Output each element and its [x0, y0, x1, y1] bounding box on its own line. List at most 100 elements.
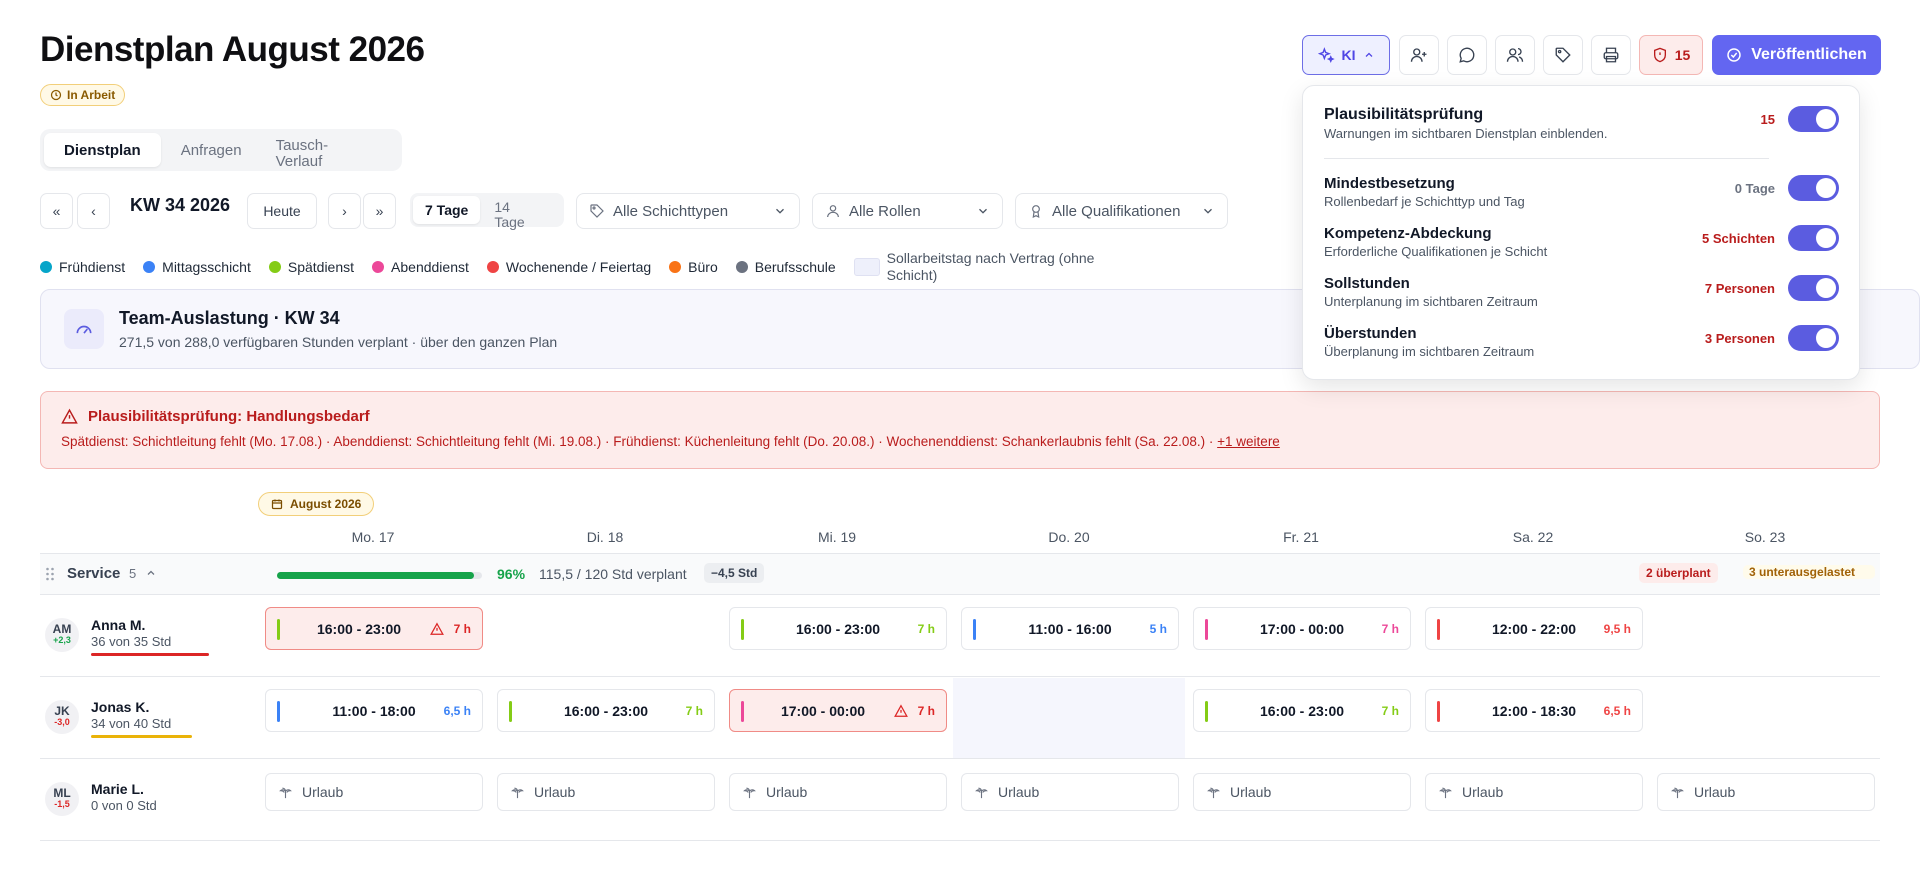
- alerts-button[interactable]: 15: [1639, 35, 1703, 75]
- vacation-label: Urlaub: [1462, 784, 1504, 800]
- shift-duration: 6,5 h: [443, 703, 471, 718]
- shift-card[interactable]: 12:00 - 22:00 9,5 h: [1425, 607, 1643, 650]
- drag-handle-icon[interactable]: [45, 567, 55, 581]
- vacation-cell[interactable]: Urlaub: [497, 773, 715, 811]
- shift-time: 11:00 - 16:00: [1028, 620, 1112, 637]
- shift-type-filter[interactable]: Alle Schichttypen: [576, 193, 800, 229]
- shift-color-bar: [509, 701, 512, 722]
- vacation-cell[interactable]: Urlaub: [1425, 773, 1643, 811]
- shift-color-bar: [1205, 619, 1208, 640]
- shift-time: 16:00 - 23:00: [563, 702, 649, 719]
- vacation-cell[interactable]: Urlaub: [1193, 773, 1411, 811]
- shift-time: 16:00 - 23:00: [316, 620, 402, 637]
- last-week-button[interactable]: »: [363, 193, 396, 229]
- mindestbesetzung-toggle[interactable]: [1788, 175, 1839, 201]
- award-icon: [1028, 203, 1044, 219]
- group-delta-badge: −4,5 Std: [704, 563, 765, 583]
- shift-card[interactable]: 17:00 - 00:00 7 h: [1193, 607, 1411, 650]
- shift-duration: 7 h: [917, 621, 935, 636]
- vacation-label: Urlaub: [766, 784, 808, 800]
- status-badge: In Arbeit: [40, 84, 126, 106]
- team-button[interactable]: [1495, 35, 1535, 75]
- sparkles-icon: [1317, 46, 1335, 64]
- palm-tree-icon: [278, 785, 293, 800]
- tags-button[interactable]: [1543, 35, 1583, 75]
- shift-color-bar: [741, 701, 744, 722]
- shift-card[interactable]: 17:00 - 00:00 7 h: [729, 689, 947, 732]
- plausibility-toggle[interactable]: [1788, 106, 1839, 132]
- chevron-down-icon: [976, 204, 990, 218]
- chevron-down-icon: [773, 204, 787, 218]
- sollstunden-toggle[interactable]: [1788, 275, 1839, 301]
- avatar: ML -1,5: [45, 782, 79, 816]
- legend-item: Sollarbeitstag nach Vertrag (ohne Schich…: [853, 250, 1117, 284]
- vacation-cell[interactable]: Urlaub: [1657, 773, 1875, 811]
- shift-color-bar: [973, 619, 976, 640]
- popover-item: Kompetenz-Abdeckung Erforderliche Qualif…: [1324, 225, 1839, 259]
- vacation-cell[interactable]: Urlaub: [265, 773, 483, 811]
- month-badge: August 2026: [258, 492, 375, 516]
- popover-subtitle: Warnungen im sichtbaren Dienstplan einbl…: [1324, 126, 1608, 141]
- popover-item: Mindestbesetzung Rollenbedarf je Schicht…: [1324, 175, 1839, 209]
- range-7-days[interactable]: 7 Tage: [413, 196, 481, 224]
- vacation-cell[interactable]: Urlaub: [729, 773, 947, 811]
- add-employee-button[interactable]: [1399, 35, 1439, 75]
- shift-legend: Frühdienst Mittagsschicht Spätdienst Abe…: [40, 250, 1117, 284]
- shift-duration: 5 h: [1149, 621, 1167, 636]
- ki-button[interactable]: KI: [1302, 35, 1390, 75]
- shift-card[interactable]: 16:00 - 23:00 7 h: [729, 607, 947, 650]
- legend-item: Frühdienst: [40, 259, 125, 275]
- vacation-label: Urlaub: [534, 784, 576, 800]
- tab-dienstplan[interactable]: Dienstplan: [44, 133, 161, 167]
- publish-button[interactable]: Veröffentlichen: [1712, 35, 1881, 75]
- shift-card[interactable]: 11:00 - 18:00 6,5 h: [265, 689, 483, 732]
- tab-anfragen[interactable]: Anfragen: [161, 133, 262, 167]
- group-name: Service: [67, 565, 121, 582]
- qualification-filter[interactable]: Alle Qualifikationen: [1015, 193, 1228, 229]
- kompetenz-toggle[interactable]: [1788, 225, 1839, 251]
- day-header: Mi. 19: [817, 529, 857, 545]
- employee-hours: 0 von 0 Std: [91, 798, 157, 813]
- role-filter[interactable]: Alle Rollen: [812, 193, 1003, 229]
- shift-duration: 7 h: [1381, 703, 1399, 718]
- shift-card[interactable]: 16:00 - 23:00 7 h: [497, 689, 715, 732]
- vacation-cell[interactable]: Urlaub: [961, 773, 1179, 811]
- warning-text-row: Spätdienst: Schichtleitung fehlt (Mo. 17…: [61, 434, 1280, 449]
- next-week-button[interactable]: ›: [328, 193, 361, 229]
- alert-triangle-icon: [894, 704, 908, 718]
- employee-name[interactable]: Marie L.: [91, 781, 144, 797]
- plausibility-popover: Plausibilitätsprüfung Warnungen im sicht…: [1302, 85, 1860, 380]
- target-workday-cell[interactable]: [953, 678, 1185, 758]
- palm-tree-icon: [510, 785, 525, 800]
- shift-card[interactable]: 16:00 - 23:00 7 h: [265, 607, 483, 650]
- group-row-service: Service 5 96% 115,5 / 120 Std verplant −…: [40, 553, 1880, 595]
- tab-tausch-verlauf[interactable]: Tausch-Verlauf: [262, 137, 352, 171]
- avatar: AM +2,3: [45, 618, 79, 652]
- shift-color-bar: [277, 701, 280, 722]
- range-toggle: 7 Tage 14 Tage: [410, 193, 564, 230]
- plausibility-warning: Plausibilitätsprüfung: Handlungsbedarf S…: [40, 391, 1880, 469]
- shift-card[interactable]: 12:00 - 18:30 6,5 h: [1425, 689, 1643, 732]
- print-button[interactable]: [1591, 35, 1631, 75]
- vacation-label: Urlaub: [998, 784, 1040, 800]
- range-14-days[interactable]: 14 Tage: [480, 200, 530, 230]
- day-header: Do. 20: [1048, 529, 1090, 545]
- first-week-button[interactable]: «: [40, 193, 73, 229]
- employee-name[interactable]: Jonas K.: [91, 699, 149, 715]
- today-button[interactable]: Heute: [247, 193, 317, 229]
- user-plus-icon: [1410, 46, 1428, 64]
- prev-week-button[interactable]: ‹: [77, 193, 110, 229]
- ueberstunden-toggle[interactable]: [1788, 325, 1839, 351]
- check-circle-icon: [1726, 47, 1742, 63]
- employee-name[interactable]: Anna M.: [91, 617, 145, 633]
- avatar: JK -3,0: [45, 700, 79, 734]
- shift-card[interactable]: 11:00 - 16:00 5 h: [961, 607, 1179, 650]
- collapse-chevron-icon[interactable]: [145, 567, 157, 579]
- more-warnings-link[interactable]: +1 weitere: [1217, 434, 1280, 449]
- comments-button[interactable]: [1447, 35, 1487, 75]
- message-circle-icon: [1458, 46, 1476, 64]
- group-hours: 115,5 / 120 Std verplant: [539, 566, 687, 582]
- day-header: Fr. 21: [1283, 529, 1319, 545]
- gauge-icon: [64, 309, 104, 349]
- shift-card[interactable]: 16:00 - 23:00 7 h: [1193, 689, 1411, 732]
